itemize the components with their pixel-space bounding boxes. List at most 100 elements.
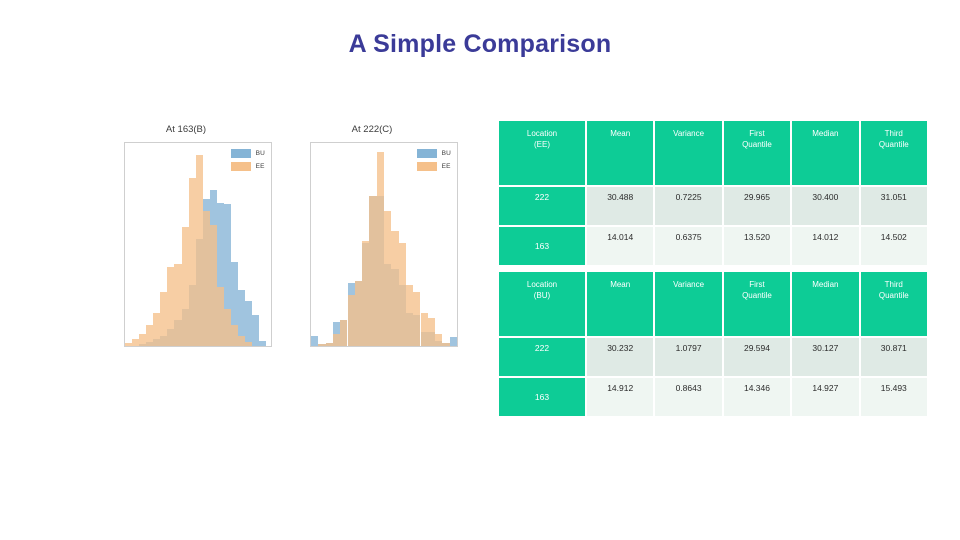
histogram-bar [202,211,210,346]
y-tick-label: 0.4 [124,201,125,211]
column-header: Third Quantile [860,272,927,336]
chart-axes-163: BU EE 0.00.10.20.30.40.5 121416 [124,142,272,347]
histogram-bar [259,340,267,346]
column-header: Variance [655,272,722,336]
histogram-bar [347,295,355,346]
chart-title-222: At 222(C) [351,124,393,135]
histogram-bar [332,333,341,346]
table-cell-first-quantile: 14.346 [723,378,791,416]
legend-entry-bu: BU [416,149,451,158]
legend-swatch-ee-icon [416,162,437,171]
legend-entry-ee: EE [416,162,451,171]
histogram-bar [449,337,457,346]
y-tick-label: 0.0 [310,341,311,347]
y-tick-label: 0.1 [124,306,125,316]
column-header: First Quantile [723,121,791,185]
histogram-bar [146,325,154,346]
row-location-cell: 163 [499,227,585,265]
table-cell-variance: 1.0797 [655,338,722,376]
histogram-bar [376,151,384,346]
legend-label-bu: BU [441,150,451,157]
table-cell-mean: 14.014 [587,227,654,265]
table-cell-variance: 0.7225 [655,187,722,225]
histogram-bar [413,291,421,346]
column-header: Third Quantile [860,121,927,185]
histogram-bar [405,284,414,346]
legend-entry-ee: EE [230,162,265,171]
histogram-bar [132,339,140,346]
y-tick-label: 0.2 [124,271,125,281]
histogram-bar [216,286,224,346]
y-tick-label: 0.3 [124,236,125,246]
legend-swatch-bu-icon [416,149,437,158]
table-cell-mean: 30.232 [587,338,654,376]
y-tick-label: 0.0 [124,341,125,347]
histogram-bar [230,325,239,346]
column-header: First Quantile [723,272,791,336]
chart-panel-222: At 222(C) BU EE 0.00.10.20.30.40.5 28303… [282,112,462,382]
table-header-row: Location (EE) Mean Variance First Quantile Med… [499,121,927,185]
histogram-bar [340,319,348,346]
histogram-bar [325,342,333,346]
plot-area-163 [125,143,271,346]
histogram-bar [195,155,203,346]
table-cell-median: 14.927 [792,378,859,416]
y-tick-label: 0.2 [310,271,311,281]
histogram-bar [160,291,168,346]
histogram-bar [174,263,182,346]
table-header-row: Location (BU) Mean Variance First Quantile Med… [499,272,927,336]
histogram-bar [318,344,326,346]
table-cell-first-quantile: 29.965 [723,187,791,225]
table-cell-mean: 30.488 [587,187,654,225]
y-tick-label: 0.1 [310,306,311,316]
chart-panel-163: At 163(B) BU EE 0.00.10.20.30.40.5 12141… [96,112,276,382]
table-cell-median: 30.400 [792,187,859,225]
histogram-bar [245,300,253,346]
histogram-bar [125,342,133,346]
legend-label-ee: EE [255,163,265,170]
histogram-bar [384,211,392,346]
legend-label-ee: EE [441,163,451,170]
histogram-bar [369,195,377,346]
table-cell-third-quantile: 30.871 [860,338,927,376]
histogram-bar [442,343,450,346]
slide-canvas: A Simple Comparison At 163(B) BU EE 0.00 [0,0,960,540]
histogram-bar [245,341,253,346]
plot-area-222 [311,143,457,346]
table-row: 163 14.014 0.6375 13.520 14.012 14.502 [499,227,927,265]
column-header: Mean [587,121,654,185]
y-tick-label: 0.5 [310,166,311,176]
chart-title-163: At 163(B) [165,124,207,135]
legend-swatch-ee-icon [230,162,251,171]
histogram-bar [435,333,443,346]
table-cell-variance: 0.8643 [655,378,722,416]
stats-table-ee: Location (EE) Mean Variance First Quantile Med… [497,119,929,267]
row-location-cell: 163 [499,378,585,416]
chart-axes-222: BU EE 0.00.10.20.30.40.5 283032 [310,142,458,347]
histogram-bar [362,241,370,346]
page-title: A Simple Comparison [348,30,612,58]
legend-swatch-bu-icon [230,149,251,158]
y-tick-label: 0.4 [310,201,311,211]
histogram-bar [223,309,231,346]
table-cell-third-quantile: 31.051 [860,187,927,225]
histogram-bar [427,318,436,346]
y-tick-label: 0.5 [124,166,125,176]
histogram-bar [311,335,319,346]
legend-label-bu: BU [255,150,265,157]
table-cell-first-quantile: 29.594 [723,338,791,376]
histogram-bar [354,281,363,346]
table-cell-first-quantile: 13.520 [723,227,791,265]
histogram-bar [181,227,189,346]
column-header: Location (BU) [499,272,585,336]
table-cell-median: 30.127 [792,338,859,376]
column-header: Median [792,121,859,185]
histogram-bar [209,225,217,346]
table-cell-median: 14.012 [792,227,859,265]
table-cell-variance: 0.6375 [655,227,722,265]
histogram-bar [238,335,246,346]
table-cell-mean: 14.912 [587,378,654,416]
histogram-bar [139,333,147,346]
histogram-figure: At 163(B) BU EE 0.00.10.20.30.40.5 12141… [96,112,476,382]
histogram-bar [252,314,260,346]
